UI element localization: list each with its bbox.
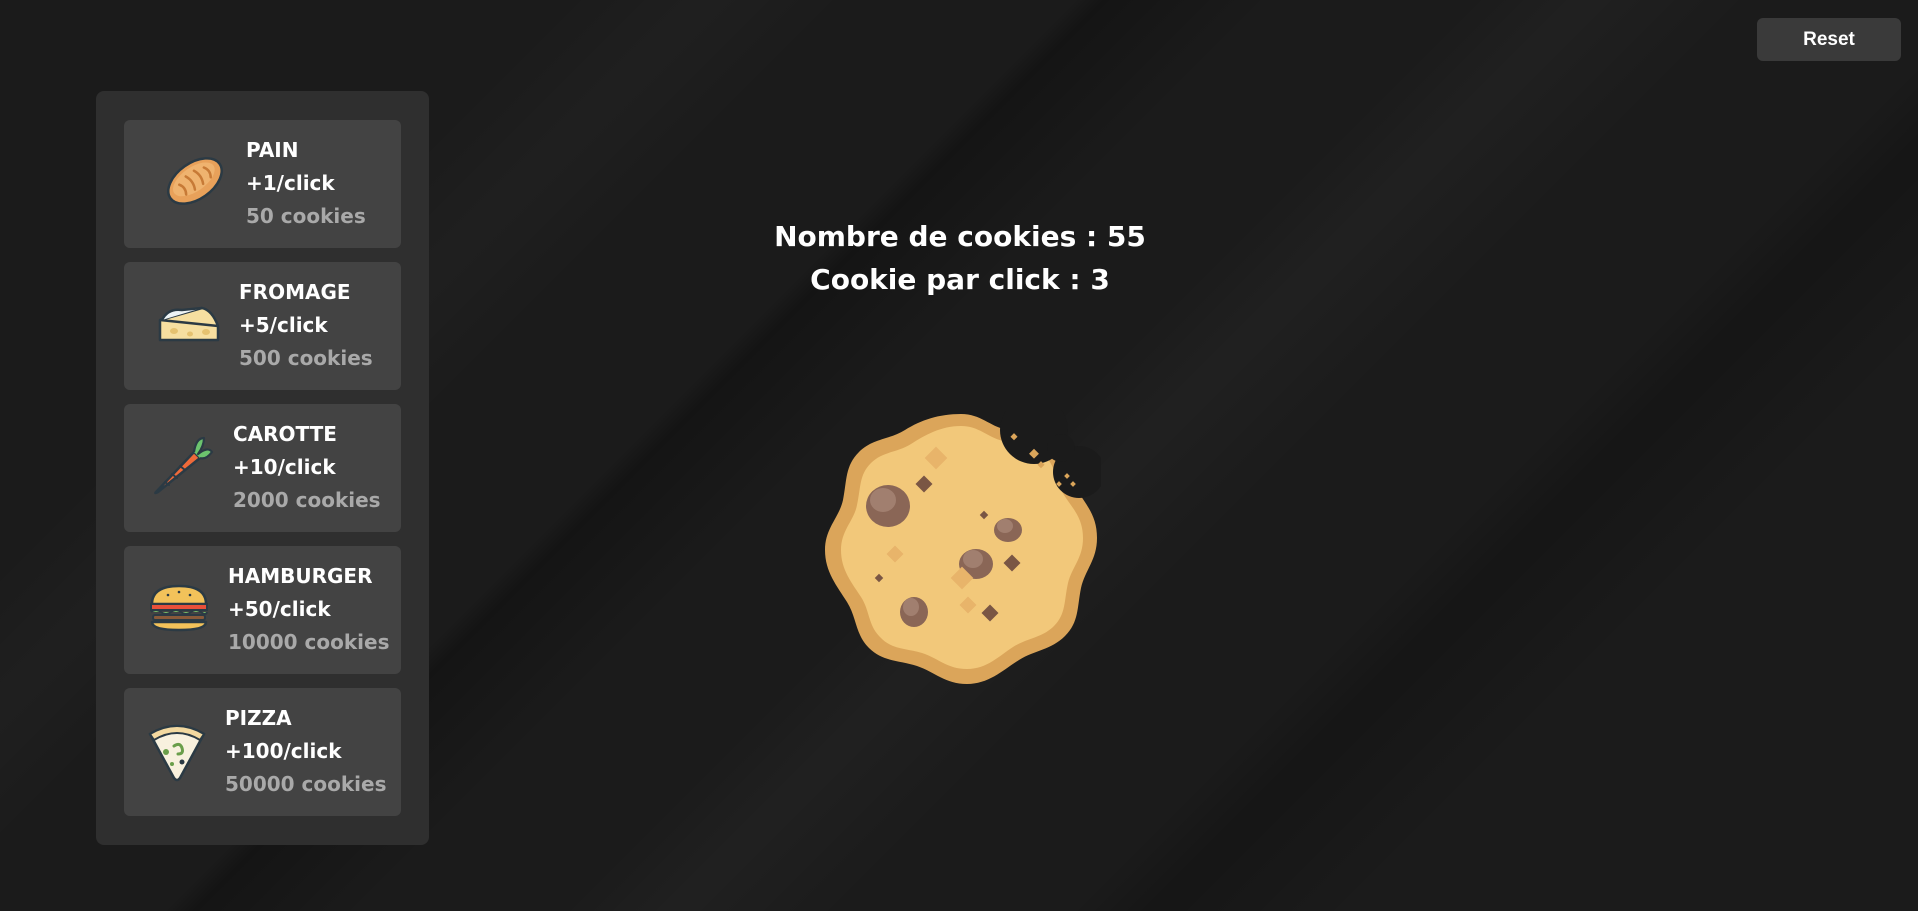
item-bonus: +100/click: [225, 739, 342, 763]
bread-icon: [162, 148, 228, 214]
reset-button[interactable]: Reset: [1757, 18, 1901, 61]
item-name: FROMAGE: [239, 280, 351, 304]
cheese-icon: [156, 290, 222, 356]
shop-item-carotte[interactable]: CAROTTE +10/click 2000 cookies: [124, 404, 401, 532]
item-cost: 10000 cookies: [228, 630, 390, 654]
item-bonus: +5/click: [239, 313, 328, 337]
shop-item-texts: HAMBURGER +50/click 10000 cookies: [228, 560, 390, 659]
hamburger-icon: [146, 574, 212, 640]
item-bonus: +10/click: [233, 455, 336, 479]
shop-item-fromage[interactable]: FROMAGE +5/click 500 cookies: [124, 262, 401, 390]
item-name: PAIN: [246, 138, 299, 162]
cookie-count: Nombre de cookies : 55: [774, 220, 1146, 253]
pizza-icon: [144, 716, 210, 782]
shop-item-hamburger[interactable]: HAMBURGER +50/click 10000 cookies: [124, 546, 401, 674]
shop-item-pain[interactable]: PAIN +1/click 50 cookies: [124, 120, 401, 248]
item-cost: 500 cookies: [239, 346, 373, 370]
carrot-icon: [150, 432, 216, 498]
shop-item-pizza[interactable]: PIZZA +100/click 50000 cookies: [124, 688, 401, 816]
item-name: CAROTTE: [233, 422, 337, 446]
item-cost: 50 cookies: [246, 204, 366, 228]
shop-item-texts: PAIN +1/click 50 cookies: [246, 134, 366, 233]
item-name: PIZZA: [225, 706, 292, 730]
shop-item-texts: PIZZA +100/click 50000 cookies: [225, 702, 387, 801]
cookie-button[interactable]: [821, 396, 1105, 690]
item-bonus: +50/click: [228, 597, 331, 621]
item-cost: 2000 cookies: [233, 488, 381, 512]
cookies-per-click: Cookie par click : 3: [810, 263, 1110, 296]
shop-item-texts: CAROTTE +10/click 2000 cookies: [233, 418, 381, 517]
shop-item-texts: FROMAGE +5/click 500 cookies: [239, 276, 373, 375]
item-cost: 50000 cookies: [225, 772, 387, 796]
stats: Nombre de cookies : 55 Cookie par click …: [660, 215, 1260, 301]
shop-panel: PAIN +1/click 50 cookies FROMAGE +5/clic…: [96, 91, 429, 845]
item-bonus: +1/click: [246, 171, 335, 195]
item-name: HAMBURGER: [228, 564, 373, 588]
cookie-icon: [825, 396, 1105, 684]
